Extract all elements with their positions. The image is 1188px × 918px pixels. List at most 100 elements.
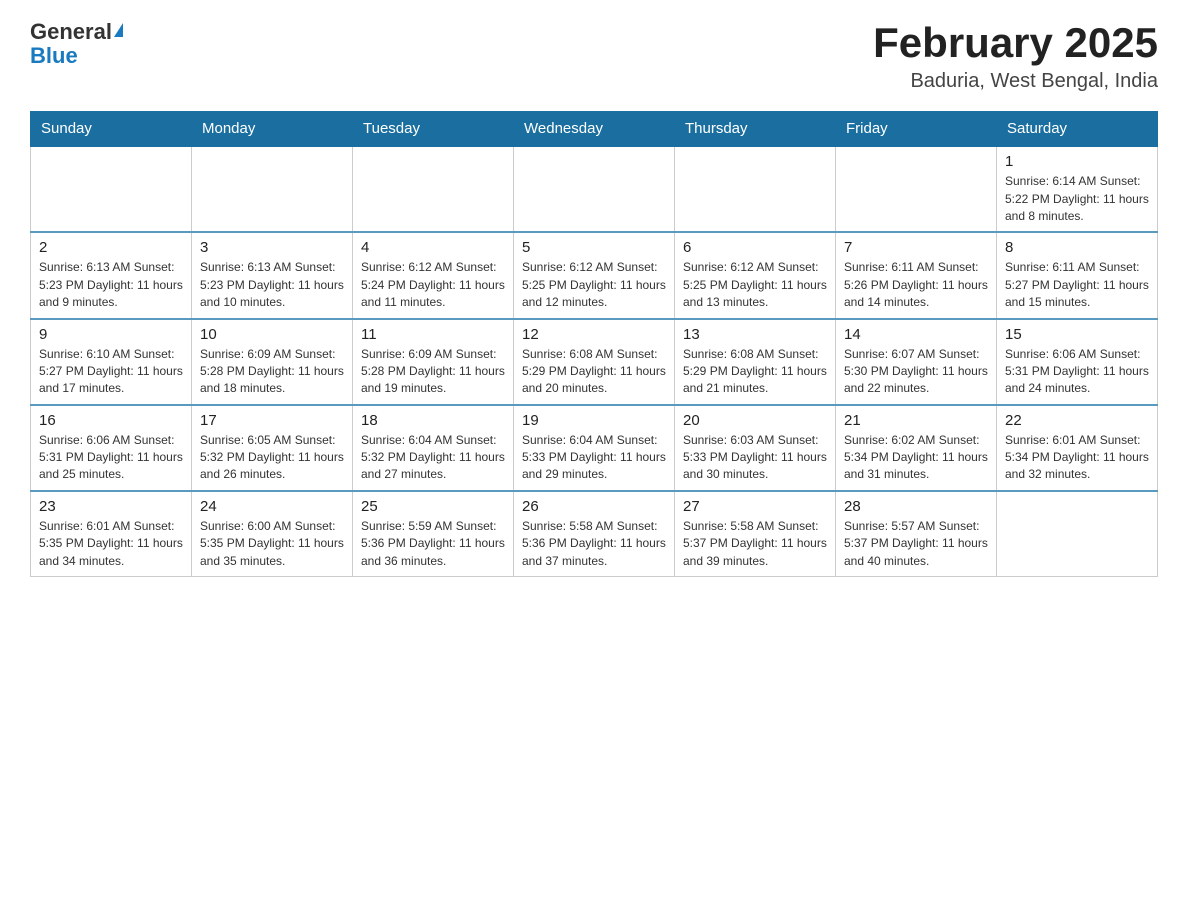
calendar-cell: 3Sunrise: 6:13 AM Sunset: 5:23 PM Daylig… bbox=[192, 232, 353, 318]
calendar-cell: 23 Sunrise: 6:01 AM Sunset: 5:35 PM Dayli… bbox=[31, 491, 192, 577]
day-number: 23 bbox=[39, 498, 183, 515]
day-info: Sunrise: 6:14 AM Sunset: 5:22 PM Dayligh… bbox=[1005, 173, 1149, 225]
calendar-cell: 27 Sunrise: 5:58 AM Sunset: 5:37 PM Dayli… bbox=[675, 491, 836, 577]
day-info: Sunrise: 6:07 AM Sunset: 5:30 PM Dayligh… bbox=[844, 346, 988, 398]
day-info: Sunrise: 5:57 AM Sunset: 5:37 PM Dayligh… bbox=[844, 518, 988, 570]
calendar-cell bbox=[675, 146, 836, 232]
calendar-week-2: 2Sunrise: 6:13 AM Sunset: 5:23 PM Daylig… bbox=[31, 232, 1158, 318]
day-number: 26 bbox=[522, 498, 666, 515]
day-number: 8 bbox=[1005, 239, 1149, 256]
calendar-week-5: 23 Sunrise: 6:01 AM Sunset: 5:35 PM Dayli… bbox=[31, 491, 1158, 577]
day-number: 7 bbox=[844, 239, 988, 256]
calendar-cell: 24 Sunrise: 6:00 AM Sunset: 5:35 PM Dayli… bbox=[192, 491, 353, 577]
weekday-header-wednesday: Wednesday bbox=[514, 112, 675, 147]
day-info: Sunrise: 6:11 AM Sunset: 5:27 PM Dayligh… bbox=[1005, 259, 1149, 311]
day-info: Sunrise: 6:12 AM Sunset: 5:24 PM Dayligh… bbox=[361, 259, 505, 311]
day-info: Sunrise: 5:58 AM Sunset: 5:37 PM Dayligh… bbox=[683, 518, 827, 570]
day-number: 13 bbox=[683, 326, 827, 343]
calendar-cell: 20 Sunrise: 6:03 AM Sunset: 5:33 PM Dayli… bbox=[675, 405, 836, 491]
calendar-cell bbox=[192, 146, 353, 232]
calendar-table: SundayMondayTuesdayWednesdayThursdayFrid… bbox=[30, 111, 1158, 577]
calendar-cell: 18 Sunrise: 6:04 AM Sunset: 5:32 PM Dayli… bbox=[353, 405, 514, 491]
day-info: Sunrise: 6:04 AM Sunset: 5:33 PM Dayligh… bbox=[522, 432, 666, 484]
day-info: Sunrise: 6:10 AM Sunset: 5:27 PM Dayligh… bbox=[39, 346, 183, 398]
title-block: February 2025 Baduria, West Bengal, Indi… bbox=[873, 20, 1158, 93]
day-info: Sunrise: 6:03 AM Sunset: 5:33 PM Dayligh… bbox=[683, 432, 827, 484]
calendar-cell bbox=[514, 146, 675, 232]
calendar-cell: 2Sunrise: 6:13 AM Sunset: 5:23 PM Daylig… bbox=[31, 232, 192, 318]
calendar-cell: 15 Sunrise: 6:06 AM Sunset: 5:31 PM Dayli… bbox=[997, 319, 1158, 405]
day-number: 15 bbox=[1005, 326, 1149, 343]
day-info: Sunrise: 6:13 AM Sunset: 5:23 PM Dayligh… bbox=[39, 259, 183, 311]
day-info: Sunrise: 6:09 AM Sunset: 5:28 PM Dayligh… bbox=[361, 346, 505, 398]
calendar-header-row: SundayMondayTuesdayWednesdayThursdayFrid… bbox=[31, 112, 1158, 147]
logo-blue-text: Blue bbox=[30, 44, 78, 68]
day-number: 14 bbox=[844, 326, 988, 343]
calendar-cell: 1 Sunrise: 6:14 AM Sunset: 5:22 PM Daylig… bbox=[997, 146, 1158, 232]
calendar-cell: 25 Sunrise: 5:59 AM Sunset: 5:36 PM Dayli… bbox=[353, 491, 514, 577]
day-number: 5 bbox=[522, 239, 666, 256]
day-info: Sunrise: 6:09 AM Sunset: 5:28 PM Dayligh… bbox=[200, 346, 344, 398]
day-info: Sunrise: 6:05 AM Sunset: 5:32 PM Dayligh… bbox=[200, 432, 344, 484]
calendar-cell: 16Sunrise: 6:06 AM Sunset: 5:31 PM Dayli… bbox=[31, 405, 192, 491]
calendar-cell: 19 Sunrise: 6:04 AM Sunset: 5:33 PM Dayli… bbox=[514, 405, 675, 491]
logo-general-text: General bbox=[30, 20, 112, 44]
day-number: 21 bbox=[844, 412, 988, 429]
calendar-cell: 8 Sunrise: 6:11 AM Sunset: 5:27 PM Daylig… bbox=[997, 232, 1158, 318]
day-info: Sunrise: 5:58 AM Sunset: 5:36 PM Dayligh… bbox=[522, 518, 666, 570]
day-info: Sunrise: 6:11 AM Sunset: 5:26 PM Dayligh… bbox=[844, 259, 988, 311]
day-number: 17 bbox=[200, 412, 344, 429]
day-number: 6 bbox=[683, 239, 827, 256]
calendar-cell bbox=[836, 146, 997, 232]
calendar-cell: 9 Sunrise: 6:10 AM Sunset: 5:27 PM Daylig… bbox=[31, 319, 192, 405]
calendar-cell bbox=[353, 146, 514, 232]
day-info: Sunrise: 6:08 AM Sunset: 5:29 PM Dayligh… bbox=[522, 346, 666, 398]
weekday-header-friday: Friday bbox=[836, 112, 997, 147]
calendar-cell bbox=[31, 146, 192, 232]
calendar-cell bbox=[997, 491, 1158, 577]
day-number: 12 bbox=[522, 326, 666, 343]
calendar-cell: 28 Sunrise: 5:57 AM Sunset: 5:37 PM Dayli… bbox=[836, 491, 997, 577]
day-info: Sunrise: 6:04 AM Sunset: 5:32 PM Dayligh… bbox=[361, 432, 505, 484]
calendar-cell: 10 Sunrise: 6:09 AM Sunset: 5:28 PM Dayli… bbox=[192, 319, 353, 405]
main-title: February 2025 bbox=[873, 20, 1158, 66]
day-info: Sunrise: 5:59 AM Sunset: 5:36 PM Dayligh… bbox=[361, 518, 505, 570]
day-number: 25 bbox=[361, 498, 505, 515]
weekday-header-monday: Monday bbox=[192, 112, 353, 147]
day-info: Sunrise: 6:00 AM Sunset: 5:35 PM Dayligh… bbox=[200, 518, 344, 570]
calendar-cell: 21 Sunrise: 6:02 AM Sunset: 5:34 PM Dayli… bbox=[836, 405, 997, 491]
logo: General Blue bbox=[30, 20, 123, 68]
weekday-header-sunday: Sunday bbox=[31, 112, 192, 147]
day-number: 1 bbox=[1005, 153, 1149, 170]
page-header: General Blue February 2025 Baduria, West… bbox=[30, 20, 1158, 93]
day-number: 16 bbox=[39, 412, 183, 429]
day-number: 22 bbox=[1005, 412, 1149, 429]
calendar-cell: 11 Sunrise: 6:09 AM Sunset: 5:28 PM Dayli… bbox=[353, 319, 514, 405]
day-info: Sunrise: 6:12 AM Sunset: 5:25 PM Dayligh… bbox=[683, 259, 827, 311]
day-info: Sunrise: 6:02 AM Sunset: 5:34 PM Dayligh… bbox=[844, 432, 988, 484]
weekday-header-saturday: Saturday bbox=[997, 112, 1158, 147]
day-number: 10 bbox=[200, 326, 344, 343]
day-info: Sunrise: 6:08 AM Sunset: 5:29 PM Dayligh… bbox=[683, 346, 827, 398]
day-number: 11 bbox=[361, 326, 505, 343]
day-info: Sunrise: 6:01 AM Sunset: 5:35 PM Dayligh… bbox=[39, 518, 183, 570]
day-info: Sunrise: 6:06 AM Sunset: 5:31 PM Dayligh… bbox=[1005, 346, 1149, 398]
day-number: 18 bbox=[361, 412, 505, 429]
day-number: 24 bbox=[200, 498, 344, 515]
calendar-cell: 5 Sunrise: 6:12 AM Sunset: 5:25 PM Daylig… bbox=[514, 232, 675, 318]
day-number: 27 bbox=[683, 498, 827, 515]
day-number: 20 bbox=[683, 412, 827, 429]
day-number: 19 bbox=[522, 412, 666, 429]
day-number: 4 bbox=[361, 239, 505, 256]
calendar-cell: 7 Sunrise: 6:11 AM Sunset: 5:26 PM Daylig… bbox=[836, 232, 997, 318]
calendar-week-1: 1 Sunrise: 6:14 AM Sunset: 5:22 PM Daylig… bbox=[31, 146, 1158, 232]
day-info: Sunrise: 6:12 AM Sunset: 5:25 PM Dayligh… bbox=[522, 259, 666, 311]
day-number: 28 bbox=[844, 498, 988, 515]
day-number: 9 bbox=[39, 326, 183, 343]
day-number: 3 bbox=[200, 239, 344, 256]
logo-triangle-icon bbox=[114, 23, 123, 37]
day-info: Sunrise: 6:01 AM Sunset: 5:34 PM Dayligh… bbox=[1005, 432, 1149, 484]
weekday-header-thursday: Thursday bbox=[675, 112, 836, 147]
calendar-cell: 14 Sunrise: 6:07 AM Sunset: 5:30 PM Dayli… bbox=[836, 319, 997, 405]
subtitle: Baduria, West Bengal, India bbox=[873, 70, 1158, 93]
